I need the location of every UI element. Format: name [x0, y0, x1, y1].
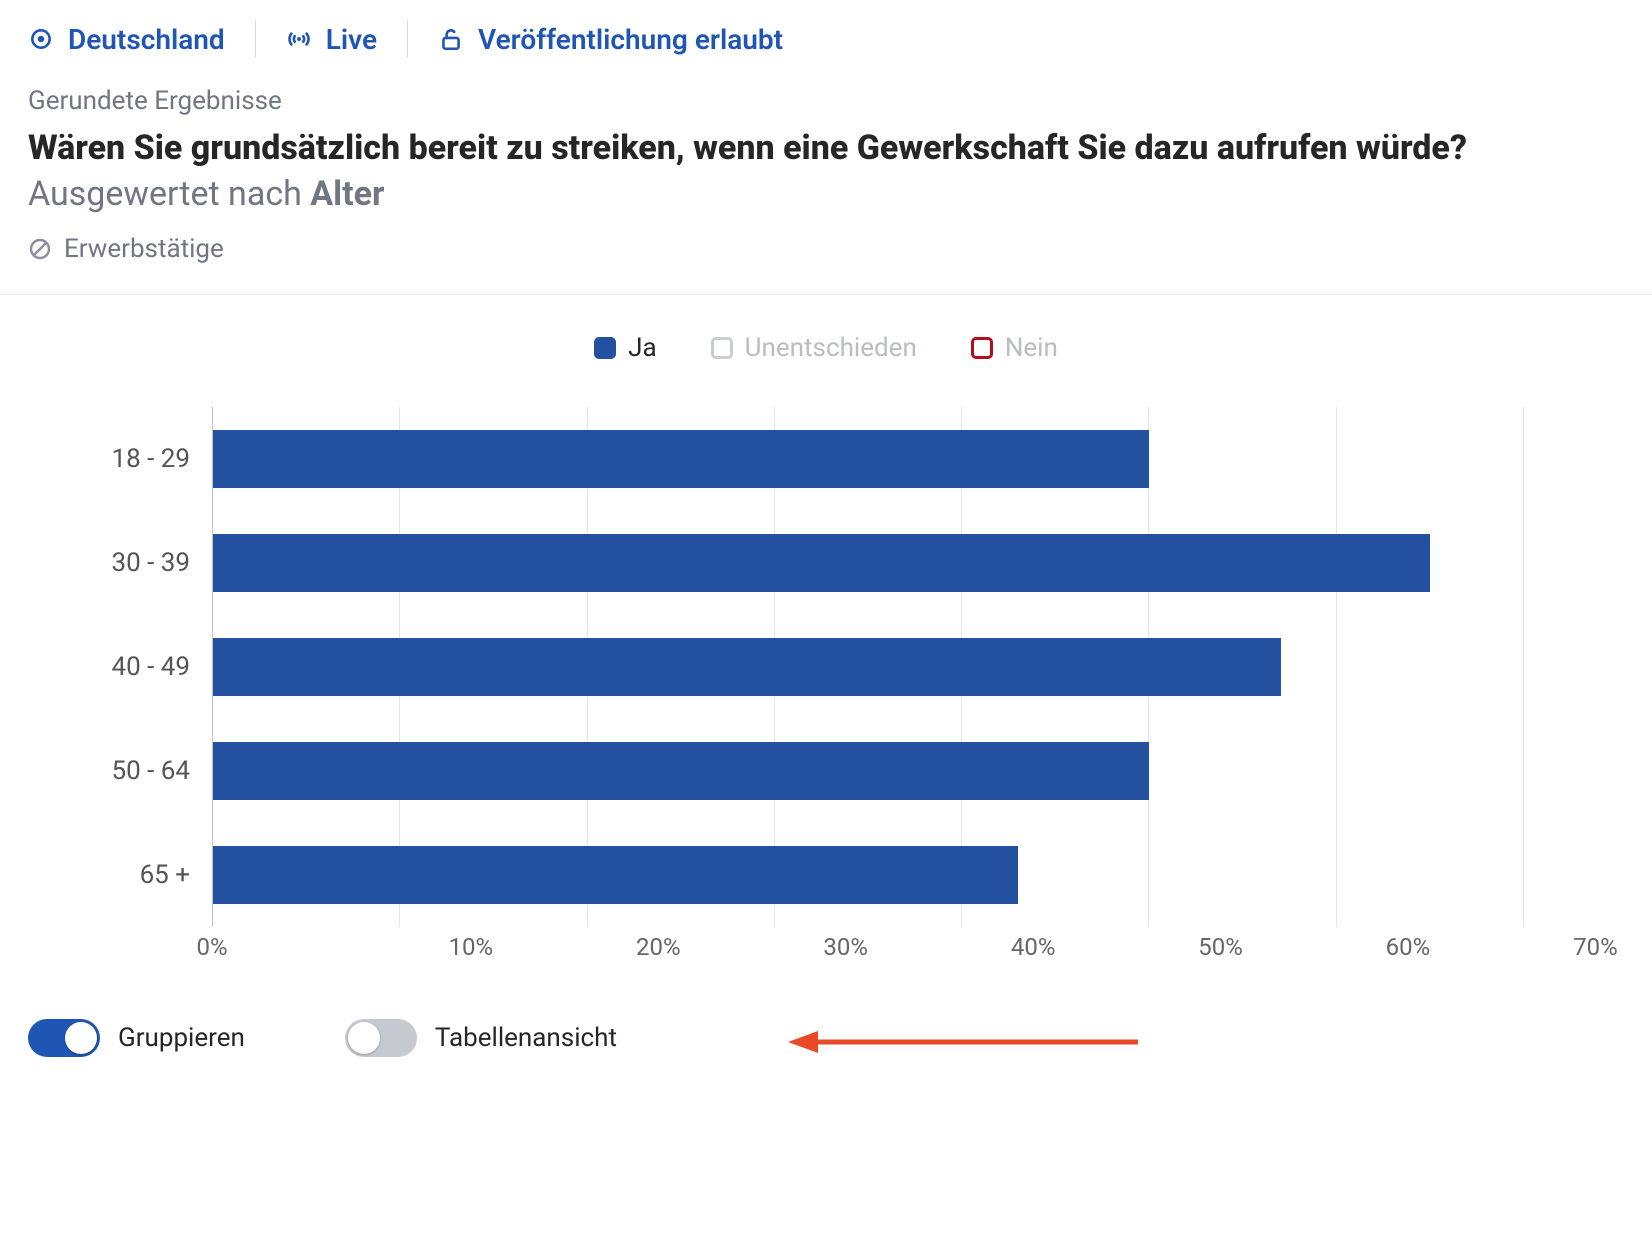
question-text: Wären Sie grundsätzlich bereit zu streik… [28, 128, 1467, 168]
x-tick-label: 50% [1055, 933, 1242, 979]
filter-slash-icon [28, 237, 52, 261]
switch-icon [28, 1019, 100, 1057]
chart: 18 - 2930 - 3940 - 4950 - 6465 + 0% 10%2… [52, 407, 1524, 979]
chart-bars [213, 407, 1524, 927]
x-tick-label: 70% [1430, 933, 1617, 979]
bar-row [213, 511, 1524, 615]
legend-swatch-icon [711, 337, 733, 359]
category-label: 40 - 49 [52, 615, 212, 719]
legend-item-ja[interactable]: Ja [594, 333, 657, 363]
bar-row [213, 823, 1524, 927]
legend-item-nein[interactable]: Nein [971, 333, 1058, 363]
analysed-by-dimension: Alter [310, 174, 384, 214]
bar-row [213, 615, 1524, 719]
bar[interactable] [213, 430, 1149, 488]
eyebrow: Gerundete Ergebnisse [28, 86, 1624, 116]
x-tick-label: 60% [1243, 933, 1430, 979]
legend-item-unentschieden[interactable]: Unentschieden [711, 333, 917, 363]
publish-indicator[interactable]: Veröffentlichung erlaubt [438, 23, 783, 56]
annotation-arrow-icon [788, 1027, 1148, 1057]
separator [255, 20, 256, 58]
chart-y-labels: 18 - 2930 - 3940 - 4950 - 6465 + [52, 407, 212, 927]
legend-label: Ja [628, 333, 657, 363]
legend-label: Nein [1005, 333, 1058, 363]
filter-row: Erwerbstätige [28, 234, 1624, 264]
bar-row [213, 719, 1524, 823]
separator [407, 20, 408, 58]
live-indicator[interactable]: Live [286, 23, 377, 56]
chart-legend: Ja Unentschieden Nein [28, 333, 1624, 363]
table-view-toggle[interactable]: Tabellenansicht [345, 1019, 617, 1057]
bar[interactable] [213, 846, 1018, 904]
bar-row [213, 407, 1524, 511]
view-toggles: Gruppieren Tabellenansicht [28, 1019, 1624, 1057]
unlock-icon [438, 26, 464, 52]
group-toggle[interactable]: Gruppieren [28, 1019, 245, 1057]
x-tick-label: 40% [868, 933, 1055, 979]
legend-label: Unentschieden [745, 333, 917, 363]
country-selector[interactable]: Deutschland [28, 23, 225, 56]
bar[interactable] [213, 742, 1149, 800]
live-label: Live [326, 23, 377, 56]
publish-label: Veröffentlichung erlaubt [478, 23, 783, 56]
category-label: 65 + [52, 823, 212, 927]
page-title: Wären Sie grundsätzlich bereit zu streik… [28, 126, 1624, 218]
x-tick-label: 30% [681, 933, 868, 979]
legend-swatch-icon [971, 337, 993, 359]
analysed-by-prefix: Ausgewertet nach [28, 174, 310, 214]
category-label: 50 - 64 [52, 719, 212, 823]
country-label: Deutschland [68, 23, 225, 56]
location-pin-icon [28, 26, 54, 52]
legend-swatch-icon [594, 337, 616, 359]
x-tick-label: 20% [493, 933, 680, 979]
toggle-label: Gruppieren [118, 1023, 245, 1053]
broadcast-icon [286, 26, 312, 52]
bar[interactable] [213, 534, 1430, 592]
category-label: 18 - 29 [52, 407, 212, 511]
x-tick-label: 0% [196, 933, 227, 961]
category-label: 30 - 39 [52, 511, 212, 615]
switch-icon [345, 1019, 417, 1057]
toggle-label: Tabellenansicht [435, 1023, 617, 1053]
chart-x-axis: 0% 10%20%30%40%50%60%70% [52, 933, 1524, 979]
x-tick-label: 10% [306, 933, 493, 979]
chart-plot-area [212, 407, 1524, 927]
filter-label: Erwerbstätige [64, 234, 224, 264]
divider [0, 294, 1652, 295]
status-bar: Deutschland Live Veröffentlichung erlaub… [28, 20, 1624, 58]
bar[interactable] [213, 638, 1281, 696]
